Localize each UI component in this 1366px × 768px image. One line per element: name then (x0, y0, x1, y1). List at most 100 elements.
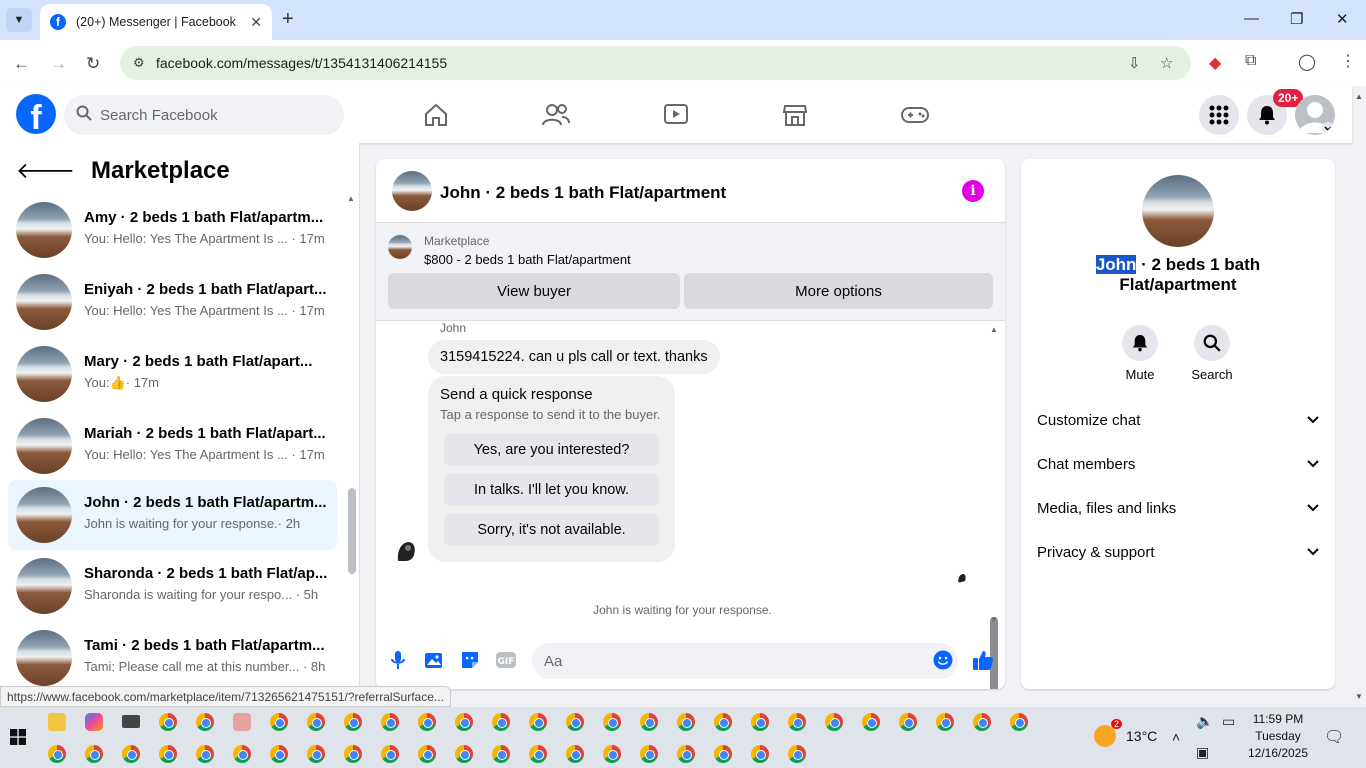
search-in-chat-button[interactable]: Search (1182, 325, 1242, 382)
chrome-taskbar-icon[interactable] (529, 713, 547, 731)
thread-eniyah[interactable]: Eniyah · 2 beds 1 bath Flat/apart... You… (8, 267, 337, 337)
minimize-icon[interactable]: — (1244, 10, 1259, 27)
facebook-search-input[interactable]: Search Facebook (64, 95, 344, 135)
emoji-icon[interactable] (932, 649, 954, 671)
privacy-support-section[interactable]: Privacy & support (1037, 534, 1319, 570)
keyboard-icon[interactable] (122, 715, 140, 728)
chrome-taskbar-icon[interactable] (899, 713, 917, 731)
chrome-taskbar-icon[interactable] (714, 745, 732, 763)
taskbar-clock[interactable]: 11:59 PM Tuesday 12/16/2025 (1240, 711, 1316, 762)
chrome-taskbar-icon[interactable] (603, 745, 621, 763)
chrome-taskbar-icon[interactable] (1010, 713, 1028, 731)
thread-sharonda[interactable]: Sharonda · 2 beds 1 bath Flat/ap... Shar… (8, 551, 337, 621)
like-thumbs-up-icon[interactable] (972, 649, 994, 671)
chrome-taskbar-icon[interactable] (677, 745, 695, 763)
gif-icon[interactable]: GIF (495, 649, 517, 671)
chrome-taskbar-icon[interactable] (492, 745, 510, 763)
customize-chat-section[interactable]: Customize chat (1037, 402, 1319, 438)
chrome-taskbar-icon[interactable] (640, 713, 658, 731)
restore-icon[interactable]: ❐ (1290, 10, 1303, 28)
chrome-taskbar-icon[interactable] (862, 713, 880, 731)
chrome-taskbar-icon[interactable] (233, 745, 251, 763)
thread-mary[interactable]: Mary · 2 beds 1 bath Flat/apart... You:👍… (8, 339, 337, 409)
display-icon[interactable]: ▭ (1222, 713, 1235, 730)
scroll-up-arrow-icon[interactable]: ▲ (347, 194, 355, 203)
chrome-taskbar-icon[interactable] (566, 745, 584, 763)
chrome-taskbar-icon[interactable] (48, 745, 66, 763)
chrome-taskbar-icon[interactable] (492, 713, 510, 731)
thread-john[interactable]: John · 2 beds 1 bath Flat/apartm... John… (8, 480, 337, 550)
chrome-taskbar-icon[interactable] (566, 713, 584, 731)
chrome-taskbar-icon[interactable] (529, 745, 547, 763)
thread-mariah[interactable]: Mariah · 2 beds 1 bath Flat/apart... You… (8, 411, 337, 481)
chrome-taskbar-icon[interactable] (159, 713, 177, 731)
file-explorer-icon[interactable] (48, 713, 66, 731)
chrome-taskbar-icon[interactable] (122, 745, 140, 763)
back-icon[interactable]: ← (13, 54, 30, 74)
chrome-taskbar-icon[interactable] (788, 713, 806, 731)
listing-title[interactable]: $800 - 2 beds 1 bath Flat/apartment (424, 252, 631, 267)
thread-amy[interactable]: Amy · 2 beds 1 bath Flat/apartm... You: … (8, 195, 337, 265)
chrome-taskbar-icon[interactable] (418, 745, 436, 763)
chrome-taskbar-icon[interactable] (196, 745, 214, 763)
back-arrow-icon[interactable]: 🡐 (16, 158, 75, 184)
quick-response-interested[interactable]: Yes, are you interested? (444, 434, 659, 466)
network-icon[interactable]: ▣ (1196, 744, 1209, 761)
page-scroll-up-icon[interactable]: ▲ (1355, 92, 1363, 101)
info-avatar[interactable] (1142, 175, 1214, 247)
address-bar[interactable]: ⚙ facebook.com/messages/t/13541314062141… (120, 46, 1191, 80)
chrome-taskbar-icon[interactable] (418, 713, 436, 731)
site-info-icon[interactable]: ⚙ (133, 55, 145, 71)
chrome-taskbar-icon[interactable] (677, 713, 695, 731)
chrome-taskbar-icon[interactable] (751, 713, 769, 731)
chrome-taskbar-icon[interactable] (307, 713, 325, 731)
extension-icon[interactable]: ◆ (1209, 53, 1221, 73)
bookmark-star-icon[interactable]: ☆ (1160, 54, 1173, 72)
chat-scroll-up-icon[interactable]: ▲ (990, 325, 998, 334)
notification-center-icon[interactable]: 🗨 (1324, 727, 1344, 747)
chrome-taskbar-icon[interactable] (825, 713, 843, 731)
chrome-taskbar-icon[interactable] (159, 745, 177, 763)
facebook-logo-icon[interactable]: f (16, 94, 56, 134)
chrome-taskbar-icon[interactable] (455, 713, 473, 731)
volume-icon[interactable]: 🔈 (1196, 713, 1213, 730)
info-icon[interactable]: i (962, 180, 984, 202)
more-options-button[interactable]: More options (684, 273, 993, 309)
tab-search-button[interactable]: ▼ (6, 8, 32, 32)
window-close-icon[interactable]: ✕ (1336, 10, 1349, 28)
reload-icon[interactable]: ↻ (86, 54, 100, 74)
chrome-taskbar-icon[interactable] (270, 745, 288, 763)
extensions-puzzle-icon[interactable]: ⧉ (1245, 52, 1256, 70)
message-input[interactable] (532, 643, 958, 679)
weather-widget[interactable]: 2 13°C (1094, 719, 1157, 747)
chrome-taskbar-icon[interactable] (640, 745, 658, 763)
chat-members-section[interactable]: Chat members (1037, 446, 1319, 482)
sticker-icon[interactable] (459, 649, 481, 671)
listing-thumbnail[interactable] (388, 235, 412, 259)
chrome-taskbar-icon[interactable] (381, 745, 399, 763)
quick-response-not-available[interactable]: Sorry, it's not available. (444, 514, 659, 546)
forward-icon[interactable]: → (50, 54, 67, 74)
browser-menu-icon[interactable]: ⋮ (1340, 51, 1356, 71)
quick-response-in-talks[interactable]: In talks. I'll let you know. (444, 474, 659, 506)
mute-button[interactable]: Mute (1110, 325, 1170, 382)
install-app-icon[interactable]: ⇩ (1128, 54, 1141, 72)
chrome-taskbar-icon[interactable] (751, 745, 769, 763)
profile-icon[interactable]: ◯ (1298, 52, 1316, 72)
media-files-links-section[interactable]: Media, files and links (1037, 490, 1319, 526)
menu-grid-icon[interactable] (1199, 95, 1239, 135)
paint-taskbar-icon[interactable] (233, 713, 251, 731)
video-icon[interactable] (661, 100, 691, 130)
gaming-icon[interactable] (900, 100, 930, 130)
chrome-taskbar-icon[interactable] (603, 713, 621, 731)
chrome-taskbar-icon[interactable] (344, 745, 362, 763)
tab-close-icon[interactable]: ✕ (250, 14, 262, 31)
home-icon[interactable] (421, 100, 451, 130)
chrome-taskbar-icon[interactable] (307, 745, 325, 763)
copilot-icon[interactable] (85, 713, 103, 731)
thread-list-scrollbar[interactable] (348, 488, 356, 574)
message-bubble[interactable]: 3159415224. can u pls call or text. than… (428, 340, 720, 374)
chrome-taskbar-icon[interactable] (381, 713, 399, 731)
windows-start-icon[interactable] (10, 729, 26, 745)
chrome-taskbar-icon[interactable] (973, 713, 991, 731)
